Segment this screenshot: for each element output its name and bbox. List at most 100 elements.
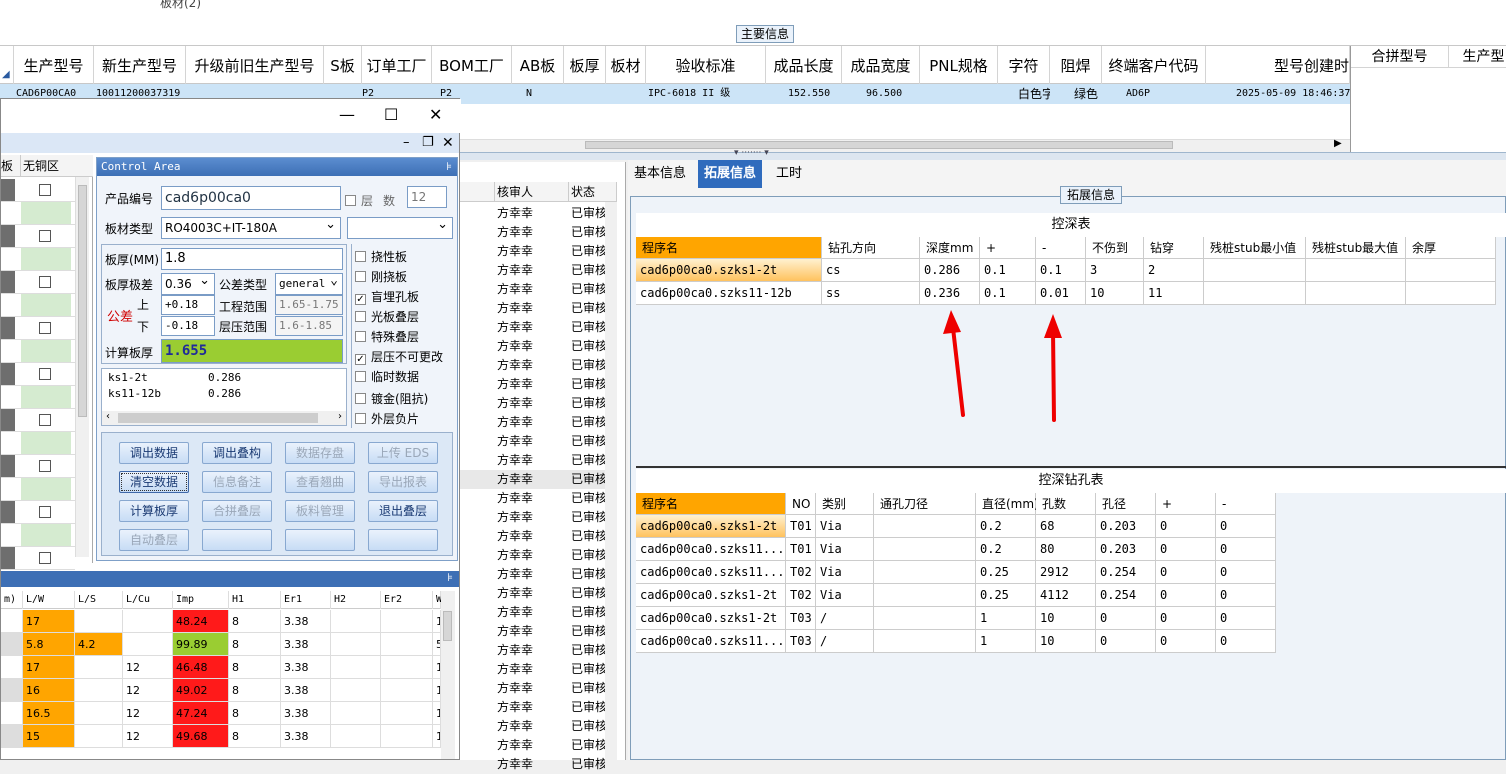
table-row[interactable]: 16.5 1247.2483.38 1 xyxy=(1,702,441,725)
table-row[interactable]: 5.84.2 99.8983.38 5 xyxy=(1,633,441,656)
col-header[interactable]: 孔数 xyxy=(1036,493,1096,515)
col-header[interactable]: L/W xyxy=(23,591,75,609)
option-checkbox[interactable]: 镀金(阻抗) xyxy=(355,390,428,407)
minimize-icon[interactable]: – xyxy=(403,135,410,151)
tol-type-select[interactable]: general xyxy=(275,273,343,295)
table-row[interactable]: cad6p00ca0.szks1-2t T02 Via 0.25 4112 0.254 0 0 xyxy=(636,584,1276,607)
upper-tol-input[interactable]: +0.18 xyxy=(161,295,215,315)
layer-grid-vscrollbar[interactable] xyxy=(75,177,89,557)
calc-thickness-button[interactable]: 计算板厚 xyxy=(119,500,189,522)
table-row[interactable]: cad6p00ca0.szks11... T02 Via 0.25 2912 0.254 0… xyxy=(636,561,1276,584)
list-item[interactable]: 方幸幸 已审核 xyxy=(459,375,617,394)
tab-basic-info[interactable]: 基本信息 xyxy=(628,160,692,188)
list-item[interactable]: 方幸幸 已审核 xyxy=(459,679,617,698)
list-item[interactable]: 方幸幸 已审核 xyxy=(459,660,617,679)
material-sub-select[interactable] xyxy=(347,217,453,239)
col-header[interactable]: 验收标准 xyxy=(646,46,766,84)
col-header[interactable]: Imp xyxy=(173,591,229,609)
layer-row[interactable] xyxy=(1,432,75,455)
list-item[interactable]: 方幸幸 已审核 xyxy=(459,204,617,223)
no-copper-checkbox[interactable] xyxy=(39,322,51,334)
save-data-button[interactable]: 数据存盘 xyxy=(285,442,355,464)
upload-eds-button[interactable]: 上传 EDS xyxy=(368,442,438,464)
col-header[interactable]: H1 xyxy=(229,591,281,609)
col-header[interactable]: 残桩stub最小值 xyxy=(1204,237,1306,259)
col-header[interactable]: 直径(mm) xyxy=(976,493,1039,515)
col-header[interactable]: 生产型号 xyxy=(14,46,94,84)
col-header[interactable]: m) xyxy=(1,591,23,609)
no-copper-checkbox[interactable] xyxy=(39,414,51,426)
list-item[interactable]: 方幸幸 已审核 xyxy=(459,261,617,280)
col-header-status[interactable]: 状态 xyxy=(569,182,617,202)
review-list-vscrollbar[interactable] xyxy=(605,202,617,760)
list-item[interactable]: 方幸幸 已审核 xyxy=(459,717,617,736)
col-header[interactable]: - xyxy=(1216,493,1276,515)
list-item[interactable]: 方幸幸 已审核 xyxy=(459,755,617,774)
col-header[interactable]: H2 xyxy=(331,591,381,609)
layer-row[interactable] xyxy=(1,501,75,524)
option-checkbox[interactable]: 挠性板 xyxy=(355,248,407,265)
list-item[interactable]: 方幸幸 已审核 xyxy=(459,470,617,489)
load-data-button[interactable]: 调出数据 xyxy=(119,442,189,464)
col-header[interactable]: 余厚 xyxy=(1406,237,1496,259)
layer-row[interactable] xyxy=(1,340,75,363)
info-note-button[interactable]: 信息备注 xyxy=(202,471,272,493)
scroll-right-icon[interactable]: ▶ xyxy=(1334,138,1342,149)
col-header[interactable]: BOM工厂 xyxy=(432,46,512,84)
col-header[interactable]: 生产型 xyxy=(1449,46,1506,68)
col-header[interactable]: 阻焊 xyxy=(1050,46,1102,84)
option-checkbox[interactable]: 光板叠层 xyxy=(355,308,419,325)
option-checkbox[interactable]: 外层负片 xyxy=(355,410,419,427)
col-header[interactable]: L/S xyxy=(75,591,123,609)
list-item[interactable]: 方幸幸 已审核 xyxy=(459,242,617,261)
list-item[interactable]: 方幸幸 已审核 xyxy=(459,394,617,413)
auto-stackup-button[interactable]: 自动叠层 xyxy=(119,529,189,551)
col-header[interactable]: 型号创建时 xyxy=(1206,46,1350,84)
col-header[interactable]: + xyxy=(980,237,1036,259)
merge-stackup-button[interactable]: 合拼叠层 xyxy=(202,500,272,522)
col-header[interactable]: S板 xyxy=(324,46,362,84)
list-item[interactable]: 方幸幸 已审核 xyxy=(459,622,617,641)
col-header[interactable]: 板材 xyxy=(606,46,646,84)
list-item[interactable]: 方幸幸 已审核 xyxy=(459,280,617,299)
layer-row[interactable] xyxy=(1,363,75,386)
layer-row[interactable] xyxy=(1,317,75,340)
mini-list-hscrollbar[interactable]: ‹ › xyxy=(102,411,346,425)
list-item[interactable]: 方幸幸 已审核 xyxy=(459,223,617,242)
col-header[interactable]: 合拼型号 xyxy=(1351,46,1449,68)
maximize-icon[interactable]: ☐ xyxy=(384,107,398,123)
list-item[interactable]: 方幸幸 已审核 xyxy=(459,299,617,318)
col-header[interactable]: 无铜区 xyxy=(21,155,71,176)
col-header[interactable]: 孔径 xyxy=(1096,493,1156,515)
table-row[interactable]: 17 48.2483.38 1 xyxy=(1,610,441,633)
col-header[interactable]: 程序名 xyxy=(636,237,822,259)
main-grid-hscroll-thumb[interactable] xyxy=(585,141,1173,149)
product-no-input[interactable]: cad6p00ca0 xyxy=(161,186,341,210)
table-row[interactable]: 17 1246.4883.38 1 xyxy=(1,656,441,679)
col-header[interactable]: + xyxy=(1156,493,1216,515)
layer-row[interactable] xyxy=(1,455,75,478)
table-row[interactable]: cad6p00ca0.szks1-2t T01 Via 0.2 68 0.203 0 0 xyxy=(636,515,1276,538)
layer-row[interactable] xyxy=(1,202,75,225)
material-manage-button[interactable]: 板料管理 xyxy=(285,500,355,522)
list-item[interactable]: 方幸幸 已审核 xyxy=(459,736,617,755)
no-copper-checkbox[interactable] xyxy=(39,368,51,380)
option-checkbox[interactable]: 临时数据 xyxy=(355,368,419,385)
table-row[interactable]: cad6p00ca0.szks1-2t cs 0.286 0.1 0.1 3 2 xyxy=(636,259,1496,282)
lower-tol-input[interactable]: -0.18 xyxy=(161,316,215,336)
list-item[interactable]: 方幸幸 已审核 xyxy=(459,508,617,527)
col-header[interactable]: 程序名 xyxy=(636,493,786,515)
no-copper-checkbox[interactable] xyxy=(39,184,51,196)
layer-row[interactable] xyxy=(1,225,75,248)
col-header[interactable]: 通孔刀径 xyxy=(874,493,976,515)
layer-row[interactable] xyxy=(1,386,75,409)
col-header[interactable]: 钻穿 xyxy=(1144,237,1204,259)
list-item[interactable]: 方幸幸 已审核 xyxy=(459,432,617,451)
col-header[interactable]: 深度mm xyxy=(920,237,980,259)
list-item[interactable]: 方幸幸 已审核 xyxy=(459,527,617,546)
col-header[interactable]: PNL规格 xyxy=(920,46,998,84)
col-header[interactable]: 板 xyxy=(1,155,21,176)
col-header[interactable]: - xyxy=(1036,237,1086,259)
blank-button[interactable] xyxy=(285,529,355,551)
close-icon[interactable]: ✕ xyxy=(429,107,442,123)
